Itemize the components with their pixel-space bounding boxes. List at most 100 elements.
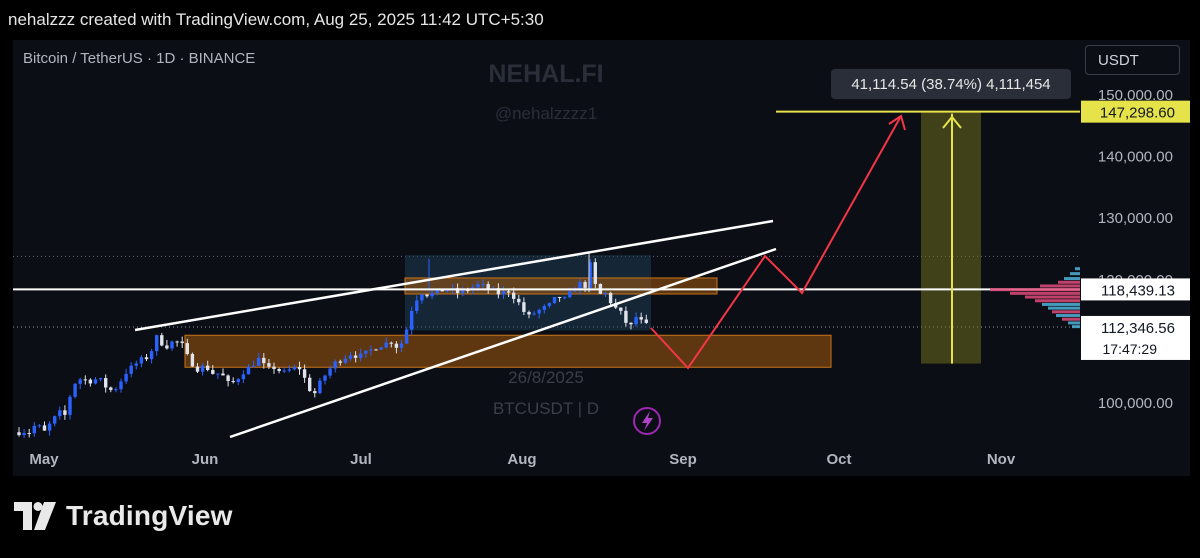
- currency-button[interactable]: USDT: [1085, 45, 1180, 75]
- candle: [134, 360, 138, 370]
- candle-body: [608, 292, 613, 304]
- candle-body: [481, 284, 485, 286]
- candle-body: [98, 378, 103, 380]
- candle: [160, 332, 164, 347]
- candle-body: [180, 341, 184, 344]
- header-credit-text: nehalzzz created with TradingView.com, A…: [8, 10, 544, 29]
- candle-body: [318, 380, 322, 394]
- candle-body: [527, 311, 531, 315]
- candle-body: [277, 368, 281, 371]
- chart-canvas[interactable]: NEHAL.FI @nehalzzzz1 26/8/2025 BTCUSDT | D 1…: [13, 40, 1190, 476]
- candle-body: [369, 349, 373, 351]
- candle-body: [262, 357, 266, 364]
- candle-body: [257, 357, 261, 366]
- volume-profile-bar: [1025, 295, 1080, 299]
- candle-body: [364, 350, 368, 354]
- volume-profile-bar: [1040, 284, 1080, 288]
- candle: [114, 387, 118, 393]
- last-price-label: 112,346.56: [1101, 320, 1175, 337]
- candle-body: [287, 369, 291, 371]
- watermark-ticker: BTCUSDT | D: [493, 399, 599, 418]
- x-tick-label: Jun: [192, 451, 219, 468]
- candle-body: [410, 310, 414, 330]
- candle-body: [139, 357, 144, 364]
- candle: [323, 374, 327, 385]
- candle-body: [399, 343, 404, 348]
- candle-body: [430, 293, 434, 297]
- candle: [139, 355, 144, 368]
- countdown-label: 17:47:29: [1103, 341, 1158, 357]
- candle-body: [17, 432, 21, 436]
- volume-profile-bar: [1052, 310, 1080, 314]
- candle-body: [313, 391, 317, 394]
- target-price-label: 147,298.60: [1100, 105, 1175, 122]
- candle-body: [333, 361, 337, 369]
- candle: [83, 375, 87, 385]
- candle-body: [282, 370, 286, 372]
- x-tick-label: Aug: [507, 451, 536, 468]
- candle: [119, 378, 123, 393]
- candle: [241, 370, 246, 384]
- candle-body: [297, 367, 302, 370]
- candle-body: [532, 313, 536, 315]
- candle: [175, 340, 179, 347]
- candle-body: [486, 284, 490, 289]
- volume-profile-bar: [1035, 299, 1080, 303]
- candle-body: [88, 379, 93, 384]
- candle-body: [619, 307, 623, 311]
- candle: [149, 348, 154, 364]
- candle-body: [32, 425, 36, 434]
- candle-body: [22, 433, 26, 436]
- candle-body: [348, 355, 353, 359]
- candle: [73, 382, 77, 399]
- candle-body: [384, 342, 388, 348]
- candle-body: [461, 290, 465, 294]
- tradingview-brand-text: TradingView: [66, 500, 233, 531]
- candle-body: [537, 309, 541, 314]
- candle-body: [522, 302, 526, 312]
- volume-profile-bar: [1075, 267, 1080, 271]
- chart-area[interactable]: NEHAL.FI @nehalzzzz1 26/8/2025 BTCUSDT | D 1…: [13, 40, 1190, 476]
- candle-body: [644, 319, 648, 323]
- candle-body: [47, 423, 52, 431]
- candle: [313, 387, 317, 398]
- candle: [58, 406, 62, 420]
- candle-body: [149, 351, 154, 360]
- volume-profile-bar: [1058, 280, 1080, 284]
- candle-body: [119, 381, 123, 390]
- candle: [165, 339, 169, 350]
- candle-body: [328, 368, 332, 376]
- candle-body: [175, 341, 179, 343]
- candle: [129, 362, 133, 378]
- candle-body: [160, 335, 164, 346]
- candle: [170, 340, 174, 351]
- watermark-handle: @nehalzzzz1: [495, 104, 597, 123]
- candle: [22, 428, 26, 438]
- candle: [404, 327, 409, 344]
- candle-body: [634, 317, 638, 325]
- candle: [27, 428, 31, 438]
- candle: [93, 377, 98, 385]
- candle-body: [53, 416, 57, 424]
- candle: [155, 334, 159, 356]
- candle-body: [216, 373, 220, 375]
- candle-body: [155, 335, 159, 352]
- candle: [190, 352, 195, 367]
- candle-body: [568, 291, 572, 298]
- x-tick-label: May: [29, 451, 59, 468]
- volume-profile-bar: [990, 288, 1080, 292]
- x-tick-label: Sep: [669, 451, 697, 468]
- candle-body: [573, 290, 577, 292]
- page-header: nehalzzz created with TradingView.com, A…: [0, 0, 1200, 40]
- resistance-price-label: 118,439.13: [1101, 282, 1175, 299]
- candle-body: [292, 367, 297, 370]
- volume-profile-bar: [1048, 306, 1080, 310]
- candle-body: [353, 355, 358, 358]
- candle-body: [83, 379, 87, 381]
- candle-body: [359, 353, 363, 358]
- candle: [282, 367, 286, 373]
- candle-body: [251, 365, 256, 367]
- candle-body: [583, 282, 587, 288]
- volume-profile-bar: [1062, 317, 1080, 321]
- x-tick-label: Jul: [350, 451, 372, 468]
